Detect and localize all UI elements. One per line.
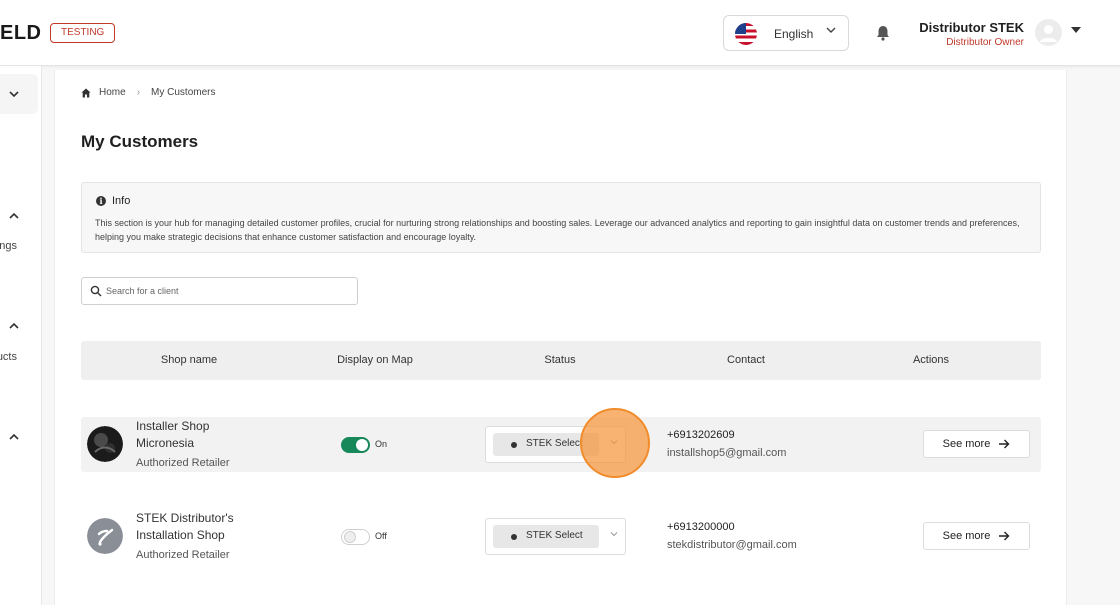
- arrow-right-icon: [999, 439, 1010, 449]
- column-header-shop-name[interactable]: Shop name: [161, 354, 217, 366]
- breadcrumb-home[interactable]: Home: [99, 87, 126, 98]
- sidebar: ngs ucts: [0, 66, 42, 605]
- chevron-right-icon: ›: [136, 87, 141, 98]
- chevron-down-icon: [8, 88, 20, 100]
- top-bar: ELD TESTING English Distributor STEK Dis…: [0, 0, 1120, 66]
- environment-badge: TESTING: [50, 23, 116, 43]
- contact-email: installshop5@gmail.com: [667, 447, 787, 459]
- chevron-down-icon: [826, 24, 836, 38]
- status-select[interactable]: STEK Select: [485, 518, 626, 555]
- chevron-down-icon: [610, 530, 618, 540]
- shop-type: Authorized Retailer: [136, 549, 230, 561]
- home-icon[interactable]: [81, 88, 91, 98]
- column-header-status[interactable]: Status: [544, 354, 575, 366]
- sidebar-item-1[interactable]: [0, 74, 38, 114]
- shop-type: Authorized Retailer: [136, 457, 230, 469]
- contact-phone: +6913200000: [667, 521, 735, 533]
- chevron-up-icon: [8, 210, 20, 222]
- status-value: STEK Select: [526, 438, 583, 449]
- see-more-button[interactable]: See more: [923, 430, 1030, 458]
- see-more-label: See more: [942, 438, 991, 450]
- chevron-up-icon: [8, 320, 20, 332]
- shop-logo: [87, 426, 123, 462]
- status-value: STEK Select: [526, 530, 583, 541]
- page-title: My Customers: [81, 132, 199, 151]
- bell-icon[interactable]: [874, 24, 892, 42]
- contact-phone: +6913202609: [667, 429, 735, 441]
- column-header-display-on-map[interactable]: Display on Map: [337, 354, 413, 366]
- status-pill: STEK Select: [493, 525, 599, 548]
- language-label: English: [774, 27, 814, 41]
- shop-logo: [87, 518, 123, 554]
- us-flag-icon: [735, 23, 757, 45]
- breadcrumb: Home › My Customers: [81, 87, 215, 98]
- display-on-map-toggle[interactable]: [341, 529, 370, 545]
- main-content: Home › My Customers My Customers i Info …: [54, 70, 1067, 605]
- avatar[interactable]: [1035, 19, 1062, 46]
- language-selector[interactable]: English: [723, 15, 849, 51]
- toggle-label: On: [375, 439, 388, 449]
- user-role: Distributor Owner: [946, 37, 1024, 48]
- table-header: Shop name Display on Map Status Contact …: [81, 341, 1041, 380]
- toggle-label: Off: [375, 531, 387, 541]
- table-row: STEK Distributor's Installation Shop Aut…: [81, 509, 1041, 564]
- info-text: This section is your hub for managing de…: [95, 218, 1020, 242]
- sidebar-item-label: ngs: [0, 240, 17, 252]
- contact-email: stekdistributor@gmail.com: [667, 539, 797, 551]
- shop-name[interactable]: STEK Distributor's Installation Shop: [136, 510, 246, 544]
- see-more-button[interactable]: See more: [923, 522, 1030, 550]
- brand-logo[interactable]: ELD: [0, 22, 42, 45]
- see-more-label: See more: [942, 530, 991, 542]
- search-box[interactable]: [81, 277, 358, 305]
- toggle-knob: [344, 531, 356, 543]
- search-icon: [90, 285, 102, 297]
- sidebar-item-label: ucts: [0, 351, 17, 363]
- info-icon: i: [96, 196, 106, 206]
- display-on-map-toggle[interactable]: [341, 437, 370, 453]
- toggle-knob: [356, 439, 368, 451]
- status-dot-icon: [511, 534, 517, 540]
- user-menu-caret-icon[interactable]: [1071, 27, 1081, 33]
- chevron-up-icon: [8, 431, 20, 443]
- breadcrumb-current: My Customers: [151, 87, 216, 98]
- info-title: Info: [112, 195, 131, 207]
- arrow-right-icon: [999, 531, 1010, 541]
- status-dot-icon: [511, 442, 517, 448]
- shop-name[interactable]: Installer Shop Micronesia: [136, 418, 246, 452]
- column-header-contact[interactable]: Contact: [727, 354, 765, 366]
- table-row: Installer Shop Micronesia Authorized Ret…: [81, 417, 1041, 472]
- column-header-actions: Actions: [912, 354, 950, 366]
- info-panel: i Info This section is your hub for mana…: [81, 182, 1041, 253]
- search-input[interactable]: [106, 283, 351, 299]
- click-indicator: [580, 408, 650, 478]
- user-name[interactable]: Distributor STEK: [919, 20, 1024, 35]
